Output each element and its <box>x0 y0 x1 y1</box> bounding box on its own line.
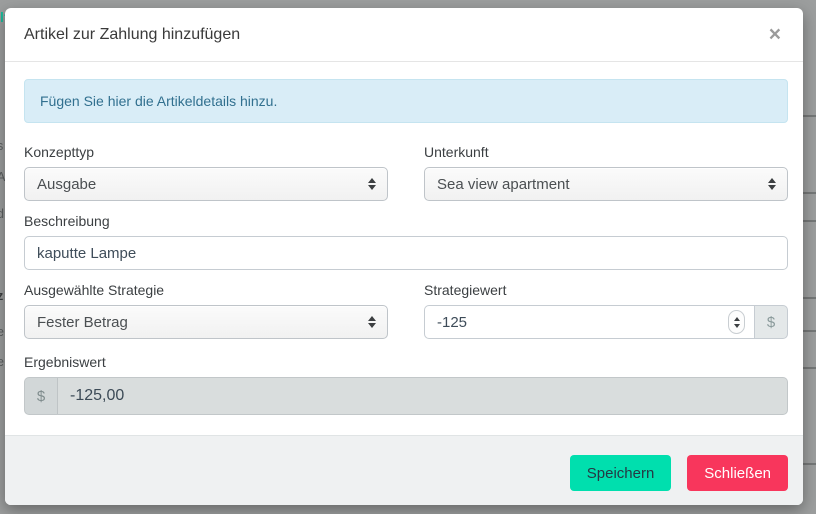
konzepttyp-selected-value: Ausgabe <box>37 175 97 193</box>
modal-header: Artikel zur Zahlung hinzufügen × <box>5 8 803 62</box>
select-updown-icon <box>768 178 776 190</box>
save-button[interactable]: Speichern <box>569 455 672 491</box>
strategie-selected-value: Fester Betrag <box>37 313 128 331</box>
unterkunft-selected-value: Sea view apartment <box>437 175 570 193</box>
strategiewert-label: Strategiewert <box>424 282 507 298</box>
konzepttyp-select[interactable]: Ausgabe <box>24 167 388 201</box>
close-icon[interactable]: × <box>769 24 781 45</box>
currency-addon: $ <box>754 305 788 339</box>
background-table-line <box>803 192 816 194</box>
select-updown-icon <box>368 316 376 328</box>
number-stepper-icon[interactable] <box>728 310 745 334</box>
field-strategie: Ausgewählte Strategie Fester Betrag <box>24 282 388 339</box>
background-table-line <box>803 115 816 117</box>
close-button[interactable]: Schließen <box>687 455 788 491</box>
field-strategiewert: Strategiewert $ <box>424 282 788 339</box>
modal-title: Artikel zur Zahlung hinzufügen <box>24 25 241 43</box>
strategie-label: Ausgewählte Strategie <box>24 282 165 298</box>
strategiewert-input[interactable] <box>424 305 754 339</box>
background-table-line <box>803 297 816 299</box>
konzepttyp-label: Konzepttyp <box>24 144 95 160</box>
field-beschreibung: Beschreibung <box>24 213 788 270</box>
ergebniswert-label: Ergebniswert <box>24 354 106 370</box>
background-table-line <box>803 220 816 222</box>
beschreibung-input[interactable] <box>24 236 788 270</box>
background-table-line <box>803 463 816 465</box>
unterkunft-select[interactable]: Sea view apartment <box>424 167 788 201</box>
background-table-line <box>803 367 816 369</box>
field-konzepttyp: Konzepttyp Ausgabe <box>24 144 388 201</box>
modal-backdrop: lt s AN d z e e Artikel zur Zahlung hinz… <box>0 0 816 514</box>
background-text-fragment: e <box>0 355 4 369</box>
background-text-fragment: s <box>0 139 4 153</box>
background-table-line <box>803 330 816 332</box>
background-text-fragment: e <box>0 325 4 339</box>
modal-footer: Speichern Schließen <box>5 435 803 505</box>
ergebniswert-readonly-value: -125,00 <box>58 377 788 415</box>
unterkunft-label: Unterkunft <box>424 144 489 160</box>
background-text-fragment: d <box>0 207 4 221</box>
modal-body: Fügen Sie hier die Artikeldetails hinzu.… <box>5 62 803 435</box>
select-updown-icon <box>368 178 376 190</box>
currency-addon: $ <box>24 377 58 415</box>
field-unterkunft: Unterkunft Sea view apartment <box>424 144 788 201</box>
strategie-select[interactable]: Fester Betrag <box>24 305 388 339</box>
background-text-fragment: z <box>0 289 4 303</box>
field-ergebniswert: Ergebniswert $ -125,00 <box>24 354 788 415</box>
add-item-modal: Artikel zur Zahlung hinzufügen × Fügen S… <box>5 8 803 505</box>
info-alert: Fügen Sie hier die Artikeldetails hinzu. <box>24 79 788 123</box>
beschreibung-label: Beschreibung <box>24 213 110 229</box>
